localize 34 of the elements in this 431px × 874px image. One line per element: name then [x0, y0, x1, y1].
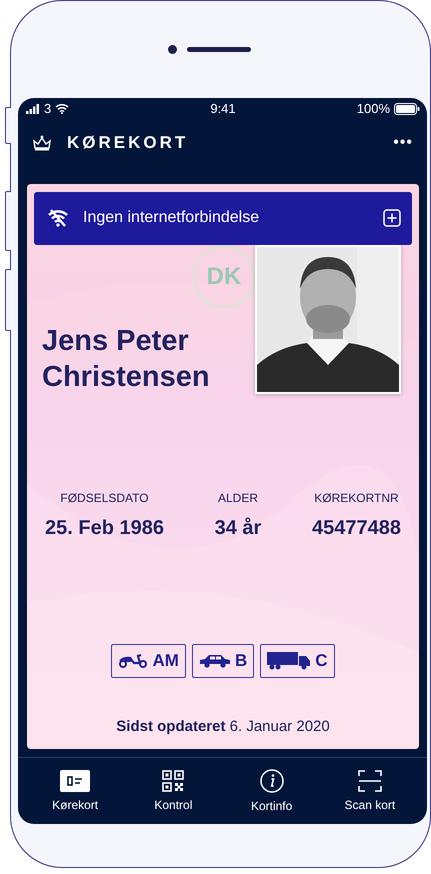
battery-icon — [394, 102, 420, 115]
no-wifi-icon — [47, 209, 69, 228]
expand-icon[interactable] — [383, 209, 401, 228]
truck-icon — [267, 652, 312, 670]
holder-name: Christensen — [42, 360, 210, 395]
license-category: B — [192, 644, 254, 678]
app-title: KØREKORT — [67, 132, 190, 153]
offline-message: Ingen internetforbindelse — [83, 209, 260, 228]
license-category: AM — [111, 644, 186, 678]
field-value: 25. Feb 1986 — [45, 516, 164, 540]
field-value: 45477488 — [312, 516, 401, 540]
car-icon — [198, 654, 231, 668]
field-value: 34 år — [214, 516, 262, 540]
crown-icon — [32, 134, 52, 151]
nav-tab[interactable]: Scan kort — [324, 770, 415, 812]
signal-icon — [26, 104, 40, 114]
license-category: C — [260, 644, 334, 678]
speaker-grill — [186, 47, 250, 52]
more-menu-button[interactable]: ••• — [393, 134, 413, 152]
battery-percent: 100% — [356, 101, 390, 116]
nav-tab[interactable]: Kontrol — [128, 770, 218, 812]
holder-name: Jens Peter — [42, 324, 190, 359]
camera-dot — [168, 45, 176, 54]
clock-time: 9:41 — [210, 101, 236, 116]
scooter-icon — [118, 654, 148, 668]
field-label: KØREKORTNR — [314, 490, 399, 505]
field-label: FØDSELSDATO — [60, 490, 149, 505]
seal-letters: DK — [206, 262, 242, 291]
wifi-icon — [55, 103, 70, 114]
nav-tab[interactable]: Kortinfo — [226, 769, 317, 814]
last-updated-text: Sidst opdateret 6. Januar 2020 — [115, 718, 331, 735]
carrier-label: 3 — [44, 101, 52, 116]
field-label: ALDER — [218, 490, 258, 505]
nav-tab[interactable]: Kørekort — [30, 770, 120, 812]
